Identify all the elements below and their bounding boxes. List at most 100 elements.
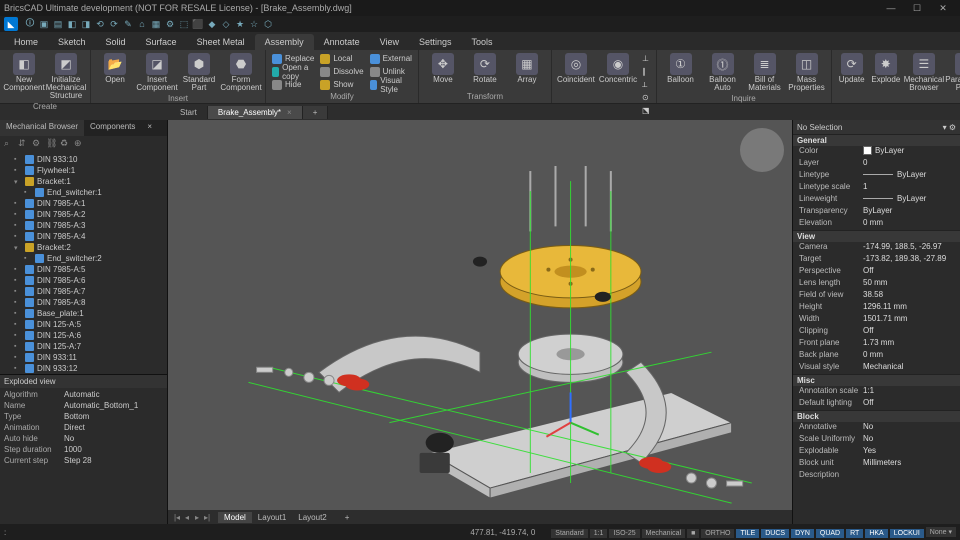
tree-node[interactable]: ▪End_switcher:2 xyxy=(0,253,167,264)
browser-tool-icon[interactable]: ⇵ xyxy=(18,138,28,148)
ribbon-tab-settings[interactable]: Settings xyxy=(409,34,462,50)
std-part[interactable]: ⬢StandardPart xyxy=(179,52,219,93)
layout-nav-icon[interactable]: |◂ xyxy=(172,513,182,522)
browser-tool-icon[interactable]: ⌕ xyxy=(4,138,14,148)
status-toggle-quad[interactable]: QUAD xyxy=(816,529,844,538)
tree-node[interactable]: ▪DIN 7985-A:5 xyxy=(0,264,167,275)
status-item[interactable]: Mechanical xyxy=(642,529,685,538)
browser-tool-icon[interactable]: ⛓ xyxy=(46,138,56,148)
qat-icon[interactable]: ⬛ xyxy=(192,18,204,30)
layout-tab[interactable]: Layout1 xyxy=(252,512,292,523)
open-copy[interactable]: Open a copy xyxy=(270,65,316,78)
ribbon-tab-tools[interactable]: Tools xyxy=(462,34,503,50)
qat-icon[interactable]: 🛈 xyxy=(24,18,36,30)
close-icon[interactable]: ✕ xyxy=(930,0,956,16)
layout-nav-icon[interactable]: ▸| xyxy=(202,513,212,522)
constraint-icon[interactable]: ⬔ xyxy=(640,104,652,117)
form-comp[interactable]: ⬣FormComponent xyxy=(221,52,261,93)
hide[interactable]: Hide xyxy=(270,78,316,91)
minimize-icon[interactable]: — xyxy=(878,0,904,16)
prop-row[interactable]: PerspectiveOff xyxy=(793,266,960,278)
exploded-prop-row[interactable]: TypeBottom xyxy=(4,412,163,423)
external[interactable]: External xyxy=(368,52,414,65)
new-component[interactable]: ◧NewComponent xyxy=(4,52,44,93)
component-tree[interactable]: ▪DIN 933:10▪Flywheel:1▾Bracket:1▪End_swi… xyxy=(0,152,167,374)
prop-row[interactable]: TransparencyByLayer xyxy=(793,206,960,218)
prop-row[interactable]: LineweightByLayer xyxy=(793,194,960,206)
explode[interactable]: ✸Explode xyxy=(870,52,902,85)
tab-add-button[interactable]: + xyxy=(303,106,329,119)
browser-tab[interactable]: Components xyxy=(84,120,141,136)
prop-row[interactable]: Lens length50 mm xyxy=(793,278,960,290)
show[interactable]: Show xyxy=(318,78,365,91)
ribbon-tab-annotate[interactable]: Annotate xyxy=(314,34,370,50)
mech-browser[interactable]: ☰MechanicalBrowser xyxy=(904,52,944,93)
status-toggle-rt[interactable]: RT xyxy=(846,529,863,538)
coincident[interactable]: ◎Coincident xyxy=(556,52,596,85)
prop-row[interactable]: Layer0 xyxy=(793,158,960,170)
constraint-icon[interactable]: ⟂ xyxy=(640,78,652,91)
qat-icon[interactable]: ⬚ xyxy=(178,18,190,30)
constraint-icon[interactable]: ⊙ xyxy=(640,91,652,104)
exploded-prop-row[interactable]: NameAutomatic_Bottom_1 xyxy=(4,401,163,412)
tree-node[interactable]: ▪DIN 7985-A:7 xyxy=(0,286,167,297)
prop-row[interactable]: ColorByLayer xyxy=(793,146,960,158)
layout-nav-icon[interactable]: ◂ xyxy=(182,513,192,522)
prop-row[interactable]: Back plane0 mm xyxy=(793,350,960,362)
ribbon-tab-home[interactable]: Home xyxy=(4,34,48,50)
tree-node[interactable]: ▪DIN 125-A:6 xyxy=(0,330,167,341)
layout-tab[interactable]: Model xyxy=(218,512,252,523)
tree-node[interactable]: ▪Flywheel:1 xyxy=(0,165,167,176)
tree-node[interactable]: ▪DIN 7985-A:4 xyxy=(0,231,167,242)
qat-icon[interactable]: ⬡ xyxy=(262,18,274,30)
prop-row[interactable]: Block unitMillimeters xyxy=(793,458,960,470)
qat-icon[interactable]: ☆ xyxy=(248,18,260,30)
prop-row[interactable]: Default lightingOff xyxy=(793,398,960,410)
prop-section-header[interactable]: Misc xyxy=(793,374,960,386)
status-toggle-ortho[interactable]: ORTHO xyxy=(701,529,734,538)
layer-selector[interactable]: None ▾ xyxy=(926,527,956,537)
app-icon[interactable]: ◣ xyxy=(4,17,18,31)
status-item[interactable]: ISO-25 xyxy=(609,529,639,538)
prop-row[interactable]: Front plane1.73 mm xyxy=(793,338,960,350)
prop-row[interactable]: AnnotativeNo xyxy=(793,422,960,434)
ribbon-tab-view[interactable]: View xyxy=(370,34,409,50)
status-toggle-hka[interactable]: HKA xyxy=(865,529,887,538)
browser-tool-icon[interactable]: ⊕ xyxy=(74,138,84,148)
prop-row[interactable]: LinetypeByLayer xyxy=(793,170,960,182)
tree-node[interactable]: ▪DIN 7985-A:8 xyxy=(0,297,167,308)
local[interactable]: Local xyxy=(318,52,365,65)
array[interactable]: ▦Array xyxy=(507,52,547,85)
exploded-prop-row[interactable]: Step duration1000 xyxy=(4,445,163,456)
status-toggle-ducs[interactable]: DUCS xyxy=(761,529,789,538)
browser-tool-icon[interactable]: ⚙ xyxy=(32,138,42,148)
prop-row[interactable]: Scale UniformlyNo xyxy=(793,434,960,446)
prop-row[interactable]: ExplodableYes xyxy=(793,446,960,458)
maximize-icon[interactable]: ☐ xyxy=(904,0,930,16)
qat-icon[interactable]: ⟳ xyxy=(108,18,120,30)
prop-row[interactable]: Linetype scale1 xyxy=(793,182,960,194)
qat-icon[interactable]: ⌂ xyxy=(136,18,148,30)
tree-node[interactable]: ▪DIN 7985-A:3 xyxy=(0,220,167,231)
qat-icon[interactable]: ★ xyxy=(234,18,246,30)
rotate[interactable]: ⟳Rotate xyxy=(465,52,505,85)
tree-node[interactable]: ▪DIN 7985-A:6 xyxy=(0,275,167,286)
qat-icon[interactable]: ▣ xyxy=(38,18,50,30)
tab-start[interactable]: Start xyxy=(170,106,208,119)
viewport[interactable]: |◂◂▸▸| ModelLayout1Layout2 + xyxy=(168,120,792,524)
layout-nav-icon[interactable]: ▸ xyxy=(192,513,202,522)
nav-cube[interactable] xyxy=(740,128,784,172)
exploded-prop-row[interactable]: Auto hideNo xyxy=(4,434,163,445)
prop-section-header[interactable]: General xyxy=(793,134,960,146)
balloon-auto[interactable]: ⓵BalloonAuto xyxy=(703,52,743,93)
qat-icon[interactable]: ✎ xyxy=(122,18,134,30)
ribbon-tab-sheet-metal[interactable]: Sheet Metal xyxy=(187,34,255,50)
qat-icon[interactable]: ▤ xyxy=(52,18,64,30)
prop-row[interactable]: Elevation0 mm xyxy=(793,218,960,230)
exploded-prop-row[interactable]: AnimationDirect xyxy=(4,423,163,434)
tab-close-icon[interactable]: × xyxy=(287,108,292,117)
status-item[interactable]: 1:1 xyxy=(590,529,608,538)
move[interactable]: ✥Move xyxy=(423,52,463,85)
prop-row[interactable]: Camera-174.99, 188.5, -26.97 xyxy=(793,242,960,254)
qat-icon[interactable]: ◇ xyxy=(220,18,232,30)
